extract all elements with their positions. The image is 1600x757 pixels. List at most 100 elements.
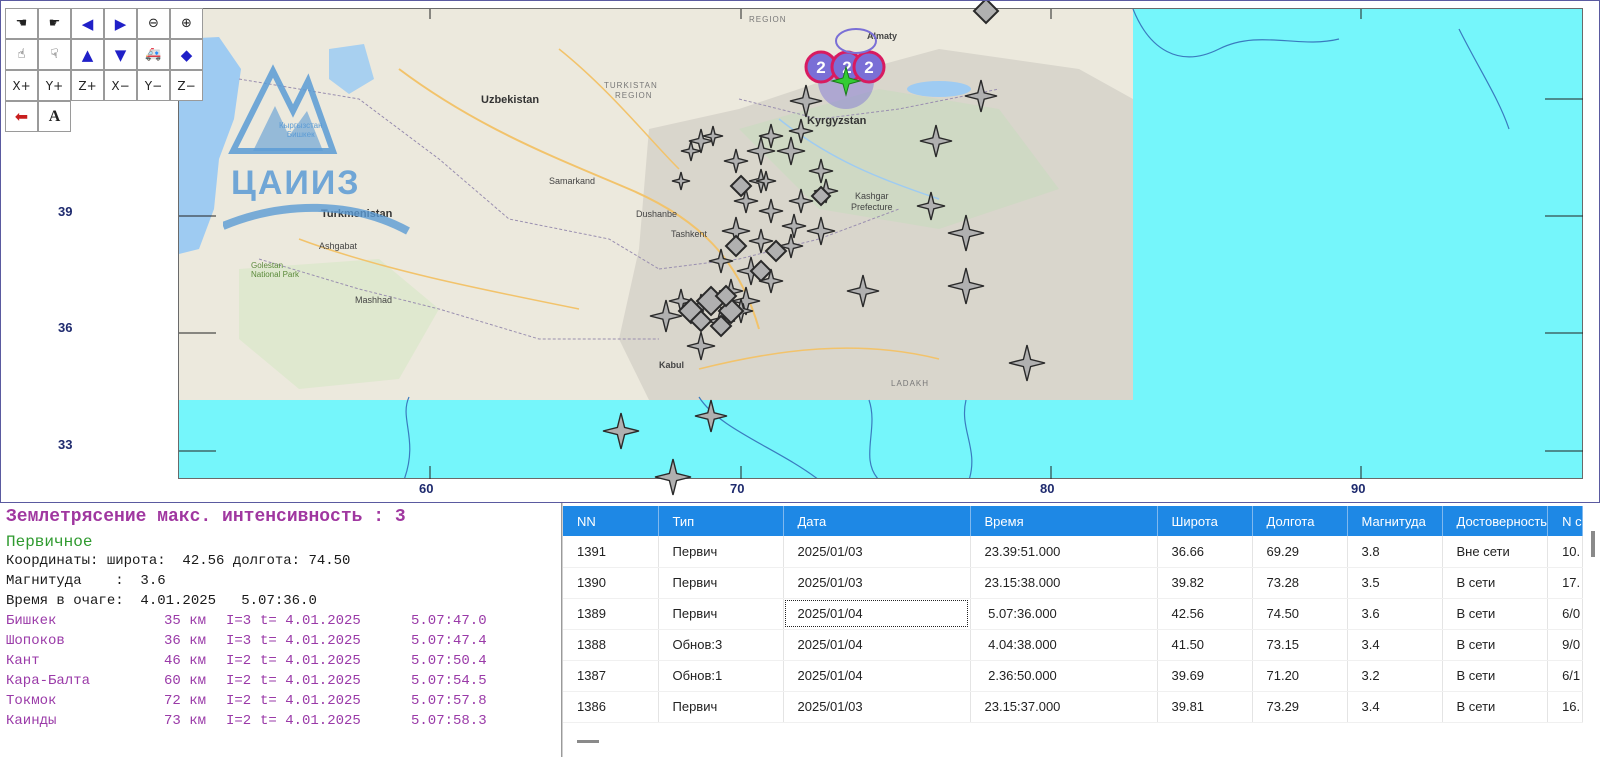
table-cell[interactable]: 3.2 (1347, 660, 1443, 692)
table-cell[interactable]: 3.5 (1347, 567, 1443, 599)
column-header[interactable]: Дата (783, 506, 971, 536)
table-cell[interactable]: 10. (1547, 536, 1583, 568)
table-row[interactable]: 1388 Обнов:3 2025/01/04 4.04:38.000 41.50 73… (563, 629, 1583, 661)
table-cell[interactable]: 3.8 (1347, 536, 1443, 568)
city-intensity: I=3 (226, 613, 252, 629)
horizontal-scrollbar[interactable] (577, 740, 599, 743)
pan-down-hand-icon[interactable]: ☟ (38, 39, 71, 70)
table-cell[interactable]: 1391 (563, 536, 659, 568)
table-cell[interactable]: 6/1 (1547, 660, 1583, 692)
table-cell[interactable]: 36.66 (1157, 536, 1253, 568)
table-cell[interactable]: 1390 (563, 567, 659, 599)
table-cell[interactable]: Обнов:1 (658, 660, 784, 692)
table-cell[interactable]: Первич (658, 536, 784, 568)
table-row[interactable]: 1389 Первич 2025/01/04 5.07:36.000 42.56 74.… (563, 598, 1583, 630)
table-cell[interactable]: 2025/01/04 (783, 629, 971, 661)
table-cell[interactable]: 16. (1547, 691, 1583, 723)
table-cell[interactable]: 2025/01/03 (783, 567, 971, 599)
map-view[interactable]: TURKISTAN REGION REGION Uzbekistan Turkm… (0, 0, 1600, 503)
table-cell[interactable]: 9/0 (1547, 629, 1583, 661)
column-header[interactable]: Магнитуда (1347, 506, 1443, 536)
table-cell[interactable]: В сети (1442, 567, 1549, 599)
arrow-down-icon[interactable]: ▼ (104, 39, 137, 70)
column-header[interactable]: Широта (1157, 506, 1253, 536)
table-cell[interactable]: Первич (658, 567, 784, 599)
table-cell[interactable]: 1387 (563, 660, 659, 692)
column-header[interactable]: Достоверность (1442, 506, 1549, 536)
city-intensity: I=2 (226, 693, 252, 709)
table-row[interactable]: 1387 Обнов:1 2025/01/04 2.36:50.000 39.69 71… (563, 660, 1583, 692)
table-cell[interactable]: Первич (658, 598, 784, 630)
table-cell[interactable]: 5.07:36.000 (970, 598, 1158, 630)
x-minus-button[interactable]: X− (104, 70, 137, 101)
table-cell[interactable]: 73.29 (1252, 691, 1348, 723)
table-cell[interactable]: 39.81 (1157, 691, 1253, 723)
table-cell[interactable]: 2025/01/03 (783, 691, 971, 723)
table-cell[interactable]: 23.15:38.000 (970, 567, 1158, 599)
table-cell[interactable]: 17. (1547, 567, 1583, 599)
zoom-in-icon[interactable]: ⊕ (170, 8, 203, 39)
map-canvas[interactable]: TURKISTAN REGION REGION Uzbekistan Turkm… (178, 8, 1583, 479)
table-cell[interactable]: 41.50 (1157, 629, 1253, 661)
map-toolbar: ☚ ☛ ◀ ▶ ⊖ ⊕ ☝ ☟ ▲ ▼ 🚑 ◆ X+ Y+ Z+ X− Y− Z… (5, 8, 203, 134)
arrow-right-icon[interactable]: ▶ (104, 8, 137, 39)
table-cell[interactable]: 39.69 (1157, 660, 1253, 692)
zoom-out-icon[interactable]: ⊖ (137, 8, 170, 39)
city-intensity-list: Бишкек 35 км I=3 t= 4.01.2025 5.07:47.0 Шопок… (6, 613, 555, 733)
table-cell[interactable]: 23.15:37.000 (970, 691, 1158, 723)
table-cell[interactable]: Первич (658, 691, 784, 723)
table-row[interactable]: 1386 Первич 2025/01/03 23.15:37.000 39.81 73.… (563, 691, 1583, 723)
table-cell[interactable]: 1388 (563, 629, 659, 661)
arrow-up-icon[interactable]: ▲ (71, 39, 104, 70)
table-cell[interactable]: 39.82 (1157, 567, 1253, 599)
table-cell[interactable]: 73.15 (1252, 629, 1348, 661)
table-cell[interactable]: В сети (1442, 660, 1549, 692)
table-cell[interactable]: Вне сети (1442, 536, 1549, 568)
city-row: Каинды 73 км I=2 t= 4.01.2025 5.07:58.3 (6, 713, 555, 733)
table-cell[interactable]: 2025/01/04 (783, 660, 971, 692)
table-cell[interactable]: 3.4 (1347, 629, 1443, 661)
table-cell[interactable]: 42.56 (1157, 598, 1253, 630)
table-row[interactable]: 1390 Первич 2025/01/03 23.15:38.000 39.82 73.… (563, 567, 1583, 599)
table-cell[interactable]: 4.04:38.000 (970, 629, 1158, 661)
table-cell[interactable]: 3.6 (1347, 598, 1443, 630)
column-header[interactable]: N с (1547, 506, 1583, 536)
table-cell[interactable]: 2025/01/03 (783, 536, 971, 568)
column-header[interactable]: Тип (658, 506, 784, 536)
vertical-scrollbar[interactable] (1591, 531, 1595, 557)
eraser-icon[interactable]: ◆ (170, 39, 203, 70)
table-cell[interactable]: 73.28 (1252, 567, 1348, 599)
table-cell[interactable]: 3.4 (1347, 691, 1443, 723)
back-arrow-icon[interactable]: ⬅ (5, 101, 38, 132)
x-plus-button[interactable]: X+ (5, 70, 38, 101)
table-cell[interactable]: 74.50 (1252, 598, 1348, 630)
axis-y-label-39: 39 (58, 204, 73, 219)
city-date: t= 4.01.2025 (260, 633, 361, 649)
table-cell[interactable]: 71.20 (1252, 660, 1348, 692)
table-cell[interactable]: 1389 (563, 598, 659, 630)
table-row[interactable]: 1391 Первич 2025/01/03 23.39:51.000 36.66 69.… (563, 536, 1583, 568)
z-plus-button[interactable]: Z+ (71, 70, 104, 101)
table-cell[interactable]: 6/0 (1547, 598, 1583, 630)
column-header[interactable]: Время (970, 506, 1158, 536)
table-cell[interactable]: В сети (1442, 691, 1549, 723)
pan-right-hand-icon[interactable]: ☛ (38, 8, 71, 39)
table-cell[interactable]: Обнов:3 (658, 629, 784, 661)
table-cell[interactable]: В сети (1442, 598, 1549, 630)
table-cell[interactable]: 1386 (563, 691, 659, 723)
column-header[interactable]: Долгота (1252, 506, 1348, 536)
y-minus-button[interactable]: Y− (137, 70, 170, 101)
table-cell[interactable]: В сети (1442, 629, 1549, 661)
table-cell[interactable]: 23.39:51.000 (970, 536, 1158, 568)
table-cell[interactable]: 2025/01/04 (783, 598, 971, 630)
vehicle-icon[interactable]: 🚑 (137, 39, 170, 70)
pan-left-hand-icon[interactable]: ☚ (5, 8, 38, 39)
z-minus-button[interactable]: Z− (170, 70, 203, 101)
table-cell[interactable]: 69.29 (1252, 536, 1348, 568)
text-tool-button[interactable]: A (38, 101, 71, 132)
table-cell[interactable]: 2.36:50.000 (970, 660, 1158, 692)
arrow-left-icon[interactable]: ◀ (71, 8, 104, 39)
column-header[interactable]: NN (563, 506, 659, 536)
y-plus-button[interactable]: Y+ (38, 70, 71, 101)
pan-up-hand-icon[interactable]: ☝ (5, 39, 38, 70)
